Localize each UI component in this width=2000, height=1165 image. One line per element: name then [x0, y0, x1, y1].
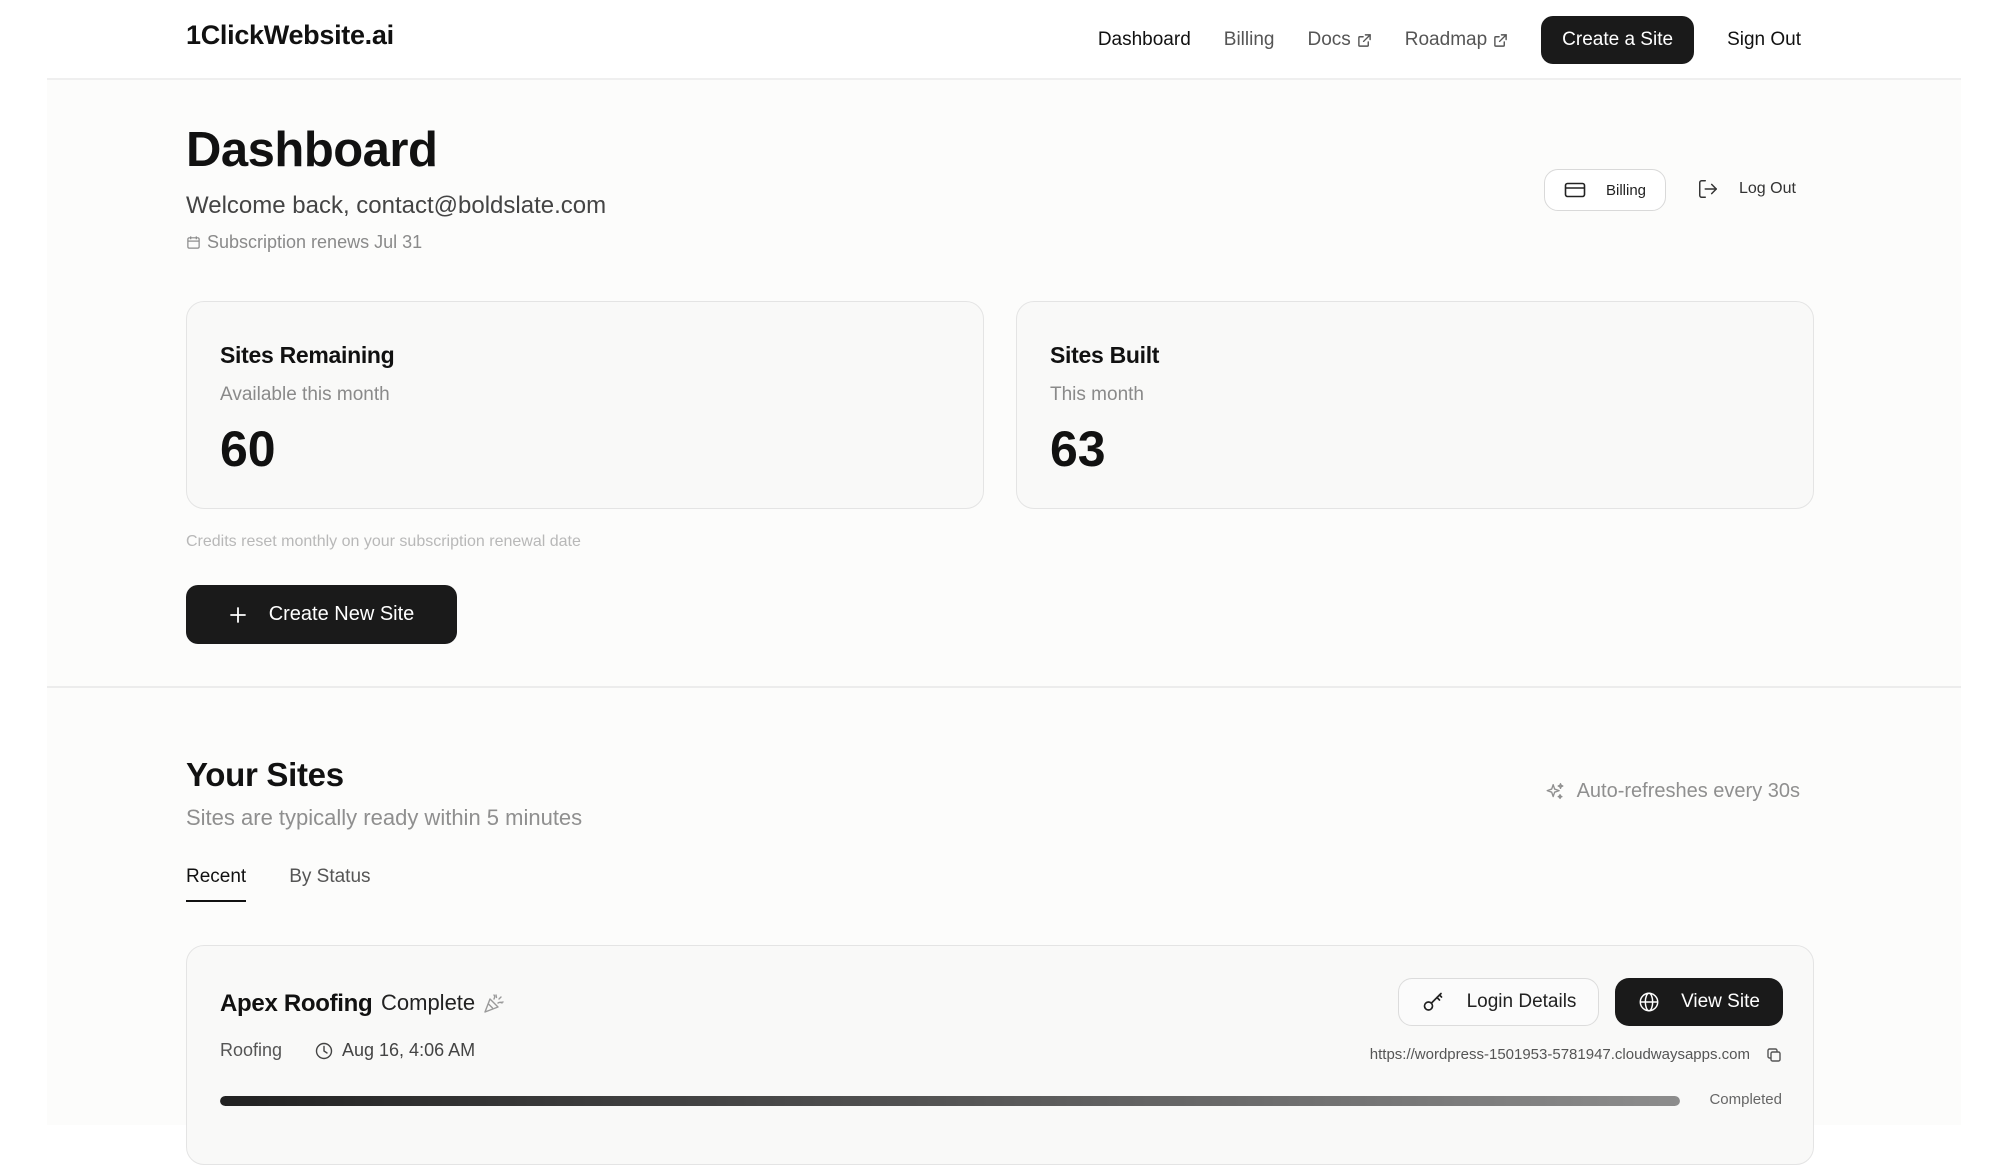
log-out-icon [1699, 180, 1717, 198]
nav-link-roadmap-label: Roadmap [1404, 29, 1488, 50]
site-progress-fill [220, 1096, 1680, 1106]
sites-built-subtitle: This month [1050, 384, 1144, 405]
sites-built-card: Sites Built This month 63 [1016, 301, 1814, 509]
tab-recent[interactable]: Recent [186, 866, 247, 902]
subscription-renewal-text: Subscription renews Jul 31 [207, 232, 423, 252]
log-out-label: Log Out [1739, 180, 1796, 197]
sites-remaining-card: Sites Remaining Available this month 60 [186, 301, 984, 509]
site-created-time: Aug 16, 4:06 AM [315, 1040, 475, 1061]
view-site-label: View Site [1681, 991, 1760, 1012]
site-progress-label: Completed [1709, 1091, 1782, 1108]
login-details-button[interactable]: Login Details [1398, 978, 1599, 1026]
site-category: Roofing [220, 1040, 283, 1060]
calendar-icon [187, 236, 200, 249]
view-site-button[interactable]: View Site [1615, 978, 1783, 1026]
external-link-icon [1357, 33, 1371, 47]
page-frame: 1ClickWebsite.ai Dashboard Billing Docs … [47, 0, 1961, 1165]
globe-icon [1639, 992, 1659, 1012]
section-divider [47, 686, 1961, 688]
sites-remaining-title: Sites Remaining [220, 342, 395, 368]
sites-tabs: Recent By Status [186, 866, 414, 902]
site-url-text[interactable]: https://wordpress-1501953-5781947.cloudw… [1370, 1046, 1750, 1063]
sign-out-link[interactable]: Sign Out [1727, 29, 1801, 51]
sites-section-title: Your Sites [186, 756, 344, 793]
key-icon [1423, 992, 1442, 1011]
create-new-site-button[interactable]: Create New Site [186, 585, 457, 644]
create-new-site-label: Create New Site [268, 603, 415, 625]
site-url: https://wordpress-1501953-5781947.cloudw… [1370, 1046, 1782, 1063]
party-popper-icon [484, 994, 504, 1013]
site-status-text: Complete [381, 990, 476, 1015]
external-link-icon [1494, 33, 1507, 47]
clock-icon [315, 1042, 333, 1059]
log-out-button[interactable]: Log Out [1697, 178, 1796, 200]
site-progress-bar [220, 1096, 1680, 1106]
sites-remaining-subtitle: Available this month [220, 384, 390, 405]
copy-icon[interactable] [1766, 1047, 1782, 1063]
site-status: Complete [381, 990, 506, 1016]
auto-refresh-indicator: Auto-refreshes every 30s [1544, 780, 1800, 803]
site-created-time-text: Aug 16, 4:06 AM [342, 1040, 476, 1060]
nav-link-dashboard[interactable]: Dashboard [1098, 29, 1191, 51]
brand-logo[interactable]: 1ClickWebsite.ai [186, 20, 394, 51]
tab-by-status[interactable]: By Status [289, 866, 370, 902]
login-details-label: Login Details [1466, 991, 1577, 1012]
create-site-button[interactable]: Create a Site [1541, 16, 1695, 64]
sites-remaining-value: 60 [220, 421, 276, 477]
auto-refresh-text: Auto-refreshes every 30s [1576, 780, 1800, 802]
site-card: Apex Roofing Complete Roofing Aug 16, 4:… [186, 945, 1814, 1165]
nav-link-billing[interactable]: Billing [1224, 29, 1275, 51]
sparkles-icon [1546, 782, 1564, 799]
subscription-renewal: Subscription renews Jul 31 [186, 232, 422, 253]
main-nav: Dashboard Billing Docs Roadmap Create a … [1065, 16, 1801, 64]
sites-built-title: Sites Built [1050, 342, 1160, 368]
sites-built-value: 63 [1050, 421, 1106, 477]
billing-button-label: Billing [1605, 181, 1647, 199]
credits-reset-note: Credits reset monthly on your subscripti… [186, 533, 581, 550]
billing-button[interactable]: Billing [1544, 169, 1666, 211]
nav-link-docs[interactable]: Docs [1307, 29, 1371, 51]
credit-card-icon [1564, 182, 1586, 198]
top-nav-bar: 1ClickWebsite.ai Dashboard Billing Docs … [47, 0, 1961, 80]
nav-link-docs-label: Docs [1307, 29, 1351, 50]
welcome-message: Welcome back, contact@boldslate.com [186, 192, 607, 219]
page-title: Dashboard [186, 123, 438, 177]
nav-link-roadmap[interactable]: Roadmap [1405, 29, 1508, 51]
sites-section-subtitle: Sites are typically ready within 5 minut… [186, 805, 583, 830]
plus-icon [229, 606, 246, 623]
site-name: Apex Roofing [220, 990, 373, 1017]
